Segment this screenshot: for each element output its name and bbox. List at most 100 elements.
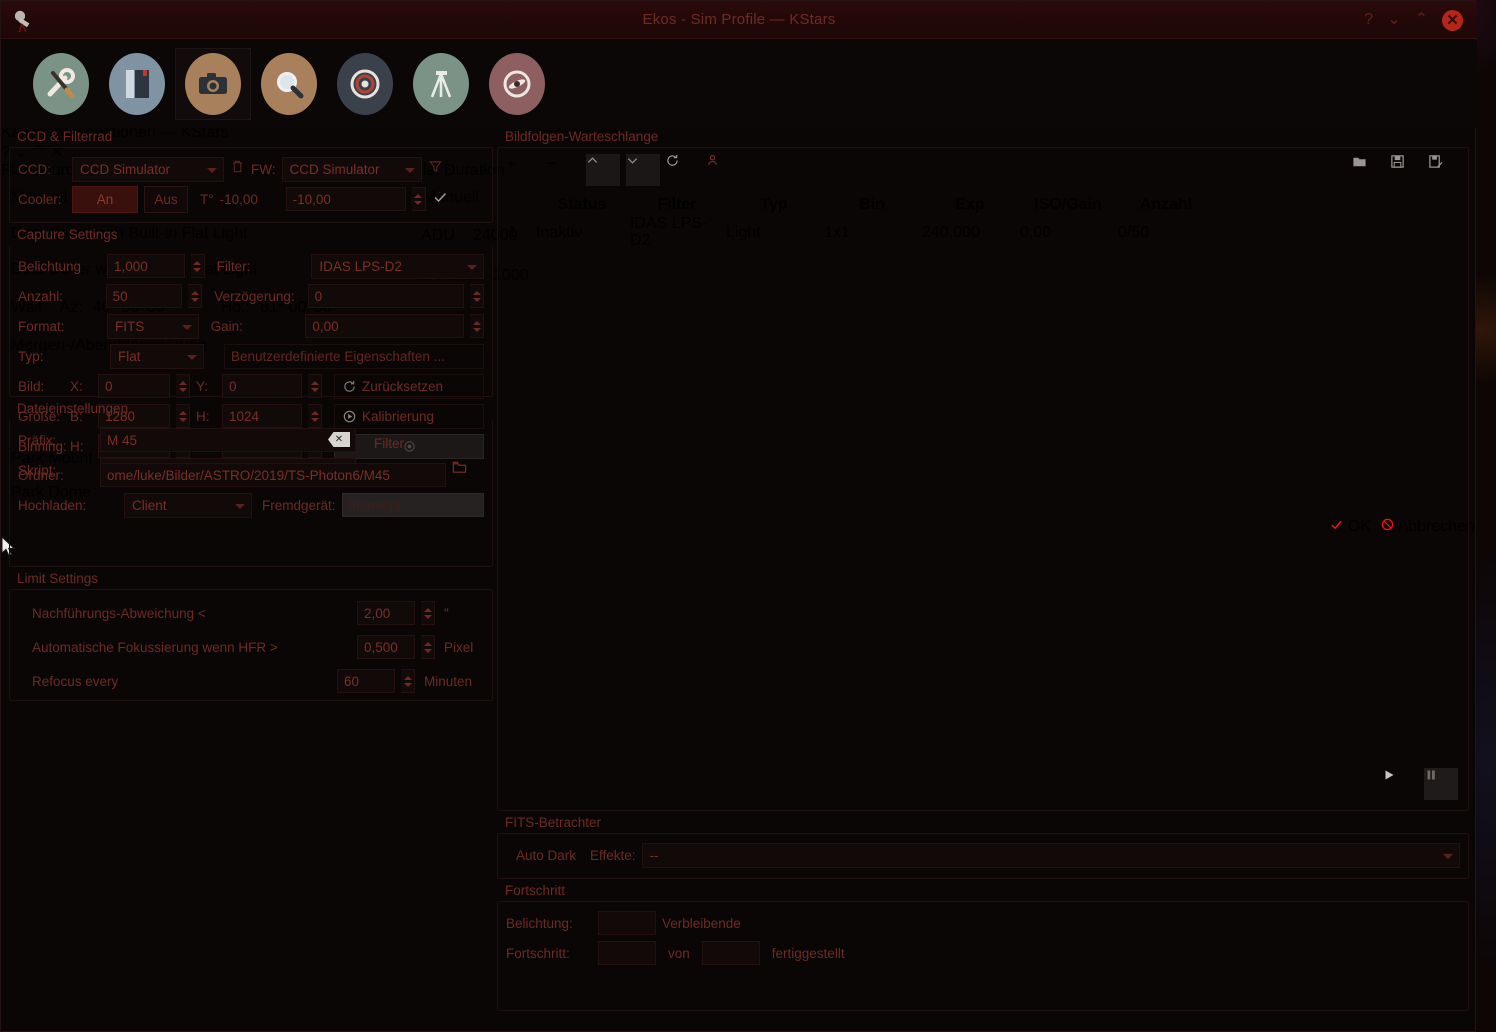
pause-sequence-button[interactable] bbox=[1424, 768, 1458, 800]
temperature-symbol: T° bbox=[200, 192, 214, 207]
delay-input[interactable]: 0 bbox=[308, 284, 464, 308]
cell-type: Light bbox=[726, 216, 822, 250]
frame-y-stepper[interactable] bbox=[308, 374, 322, 398]
chevron-down-icon bbox=[626, 154, 639, 167]
cell-status: Inaktiv bbox=[536, 216, 628, 250]
open-sequence-button[interactable] bbox=[1352, 154, 1384, 186]
refocus-every-stepper[interactable] bbox=[401, 669, 415, 693]
capture-group: Capture Settings Belichtung 1,000 Filter… bbox=[9, 227, 493, 397]
reset-job-button[interactable] bbox=[666, 154, 700, 186]
delay-label: Verzögerung: bbox=[214, 289, 301, 304]
exposure-label: Belichtung bbox=[18, 259, 101, 274]
frame-x-stepper[interactable] bbox=[176, 374, 190, 398]
save-icon bbox=[1390, 154, 1405, 169]
module-button-setup[interactable] bbox=[23, 48, 99, 120]
exposure-progress-label: Belichtung: bbox=[506, 916, 592, 931]
col-status: Status bbox=[536, 196, 628, 214]
browse-folder-icon[interactable] bbox=[452, 460, 484, 490]
cooler-off-button[interactable]: Aus bbox=[144, 186, 188, 213]
upload-mode-select[interactable]: Client bbox=[124, 493, 252, 518]
table-row[interactable]: 1 Inaktiv IDAS LPS-D2 Light 1x1 240,000 … bbox=[508, 216, 1216, 250]
sequence-table: Status Filter Typ Bin Exp ISO/Gain Anzah… bbox=[506, 194, 1218, 252]
frame-y-input[interactable]: 0 bbox=[222, 374, 302, 398]
minimize-icon[interactable]: ⌄ bbox=[1387, 12, 1400, 28]
module-button-align[interactable] bbox=[327, 48, 403, 120]
guide-deviation-input[interactable]: 2,00 bbox=[357, 601, 415, 625]
exposure-remaining-value bbox=[598, 911, 656, 935]
target-icon bbox=[337, 53, 393, 115]
module-button-scheduler[interactable] bbox=[99, 48, 175, 120]
minus-icon: − bbox=[546, 154, 556, 173]
window-controls[interactable]: ? ⌄ ⌃ ✕ bbox=[1364, 1, 1463, 39]
exposure-input[interactable]: 1,000 bbox=[107, 254, 185, 278]
edit-job-button[interactable] bbox=[706, 154, 740, 186]
remaining-label: Verbleibende bbox=[662, 916, 741, 931]
temperature-stepper[interactable] bbox=[412, 187, 426, 211]
autofocus-hfr-stepper[interactable] bbox=[421, 635, 435, 659]
autofocus-hfr-label: Automatische Fokussierung wenn HFR > bbox=[32, 640, 351, 655]
move-down-button[interactable] bbox=[626, 154, 660, 186]
guide-icon bbox=[489, 53, 545, 115]
module-button-focus[interactable] bbox=[251, 48, 327, 120]
filter-icon[interactable] bbox=[428, 159, 443, 179]
cell-filter: IDAS LPS-D2 bbox=[630, 216, 724, 250]
move-up-button[interactable] bbox=[586, 154, 620, 186]
filterwheel-select[interactable]: CCD Simulator bbox=[282, 157, 422, 182]
clear-icon[interactable]: ✕ bbox=[328, 432, 350, 447]
module-toolbar[interactable] bbox=[1, 40, 1477, 128]
module-button-guide[interactable] bbox=[479, 48, 555, 120]
prefix-label: Präfix: bbox=[18, 433, 94, 448]
folder-label: Ordner: bbox=[18, 468, 94, 483]
autofocus-hfr-input[interactable]: 0,500 bbox=[357, 635, 415, 659]
save-sequence-button[interactable] bbox=[1390, 154, 1422, 186]
cell-isogain: 0,00 bbox=[1020, 216, 1116, 250]
prefix-input[interactable]: M 45 ✕ bbox=[100, 428, 356, 452]
cooler-on-button[interactable]: An bbox=[72, 186, 138, 213]
count-stepper[interactable] bbox=[188, 284, 202, 308]
gain-label: Gain: bbox=[211, 319, 300, 334]
ccd-select[interactable]: CCD Simulator bbox=[72, 157, 224, 182]
progress-current-value bbox=[598, 941, 656, 965]
frame-x-label: X: bbox=[70, 379, 92, 394]
start-sequence-button[interactable] bbox=[1382, 768, 1416, 800]
col-exp: Exp bbox=[922, 196, 1018, 214]
type-select[interactable]: Flat bbox=[110, 344, 204, 369]
maximize-icon[interactable]: ⌃ bbox=[1415, 12, 1428, 28]
sequence-controls[interactable] bbox=[1382, 768, 1458, 800]
trash-icon[interactable] bbox=[230, 159, 245, 179]
effects-select[interactable]: -- bbox=[642, 843, 1460, 868]
save-as-sequence-button[interactable] bbox=[1428, 154, 1460, 186]
guide-deviation-stepper[interactable] bbox=[421, 601, 435, 625]
tools-icon bbox=[33, 53, 89, 115]
frame-x-input[interactable]: 0 bbox=[98, 374, 170, 398]
filter-select[interactable]: IDAS LPS-D2 bbox=[311, 254, 484, 279]
gain-input[interactable]: 0,00 bbox=[305, 314, 464, 338]
temperature-target-input[interactable]: -10,00 bbox=[286, 187, 406, 211]
module-button-mount[interactable] bbox=[403, 48, 479, 120]
gain-stepper[interactable] bbox=[470, 314, 484, 338]
refocus-every-input[interactable]: 60 bbox=[337, 669, 395, 693]
window-title: Ekos - Sim Profile — KStars bbox=[1, 1, 1477, 39]
refocus-every-unit: Minuten bbox=[424, 674, 484, 689]
ccd-group: CCD & Filterrad CCD: CCD Simulator FW: C… bbox=[9, 129, 493, 223]
chevron-up-icon bbox=[586, 154, 599, 167]
apply-temperature-icon[interactable] bbox=[432, 189, 448, 210]
col-type: Typ bbox=[726, 196, 822, 214]
delay-stepper[interactable] bbox=[470, 284, 484, 308]
add-job-button[interactable]: + bbox=[506, 154, 540, 186]
exposure-stepper[interactable] bbox=[191, 254, 205, 278]
help-icon[interactable]: ? bbox=[1364, 12, 1373, 28]
save-as-icon bbox=[1428, 154, 1443, 169]
close-icon[interactable]: ✕ bbox=[1442, 10, 1463, 31]
reset-frame-button[interactable]: Zurücksetzen bbox=[334, 374, 484, 399]
count-input[interactable]: 50 bbox=[106, 284, 183, 308]
remote-dir-input[interactable]: /home/pi bbox=[342, 493, 484, 517]
remove-job-button[interactable]: − bbox=[546, 154, 580, 186]
custom-properties-button[interactable]: Benutzerdefinierte Eigenschaften ... bbox=[224, 344, 484, 369]
module-button-capture[interactable] bbox=[175, 48, 251, 120]
reset-icon bbox=[666, 154, 679, 167]
auto-dark-label: Auto Dark bbox=[516, 848, 576, 863]
frame-y-label: Y: bbox=[196, 379, 216, 394]
format-select[interactable]: FITS bbox=[107, 314, 199, 339]
folder-input[interactable]: ome/luke/Bilder/ASTRO/2019/TS-Photon6/M4… bbox=[100, 463, 446, 487]
